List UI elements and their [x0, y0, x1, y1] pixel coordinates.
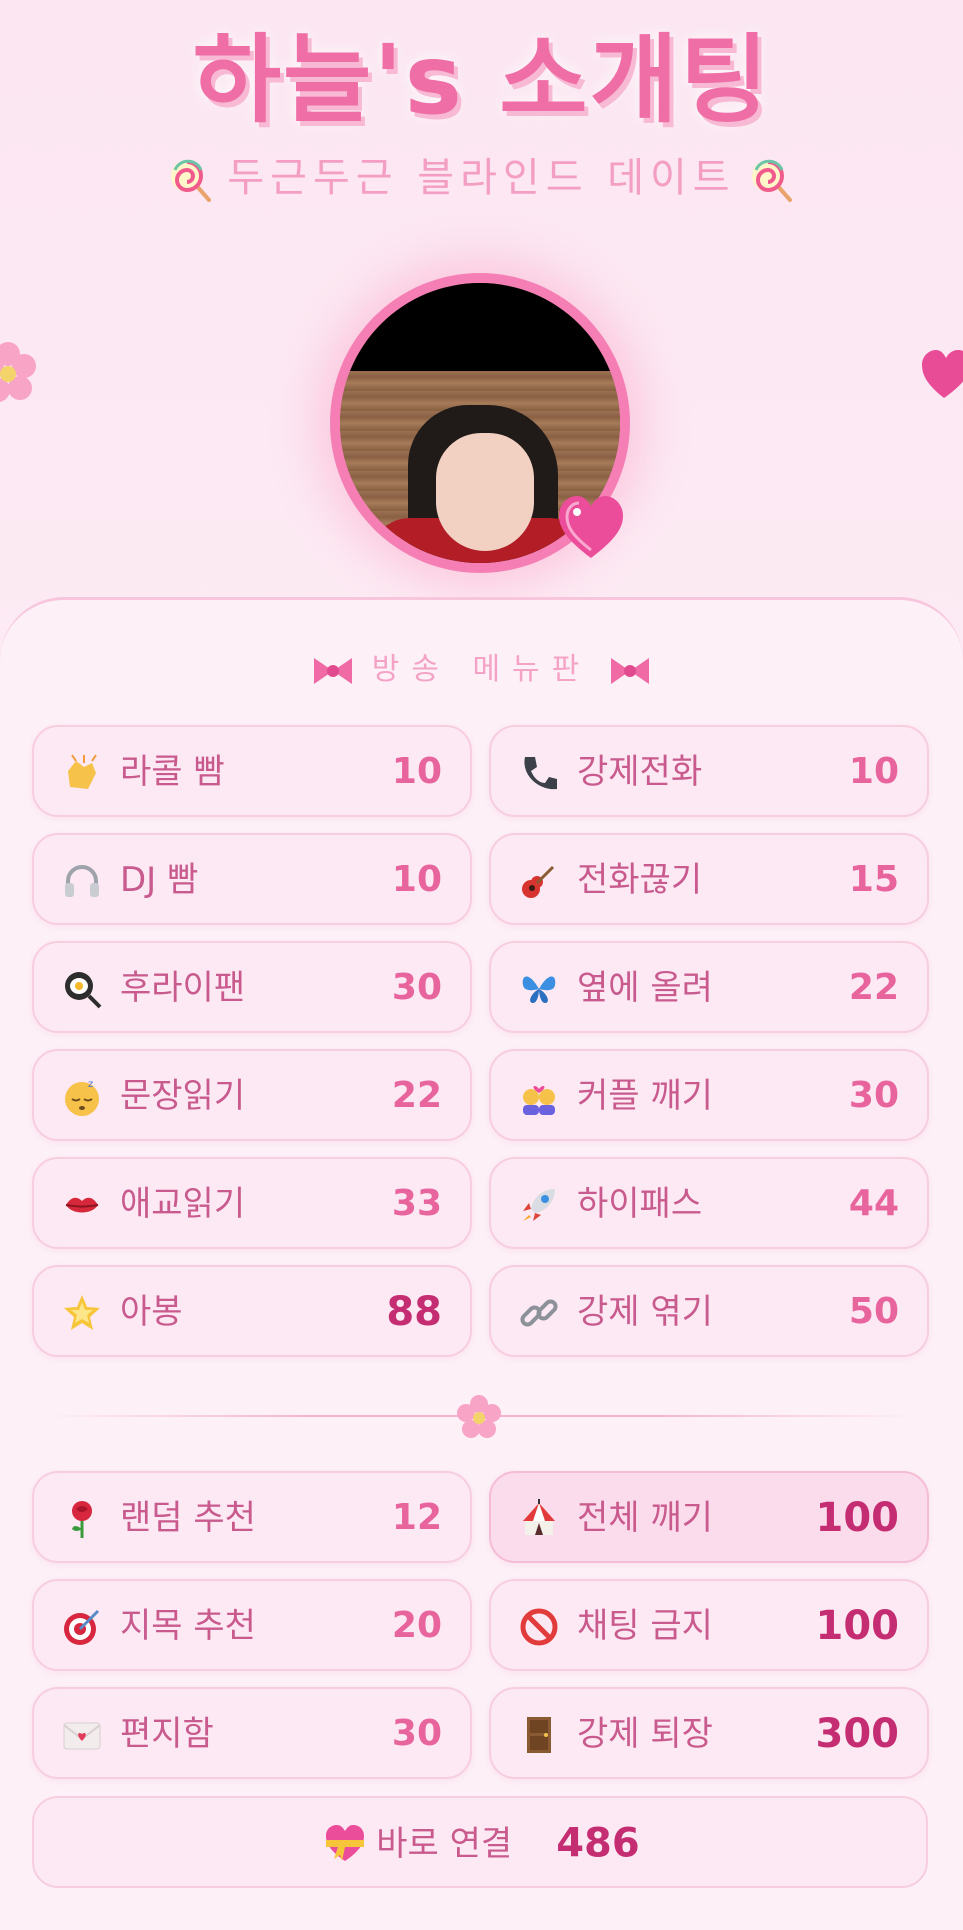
menu-item-value: 22: [391, 1075, 442, 1116]
menu-title-text: 방송 메뉴판: [371, 652, 592, 687]
menu-item-label: 편지함: [120, 1714, 214, 1754]
direct-connect-content: 바로 연결 486: [34, 1818, 930, 1869]
menu-item-label: 강제 엮기: [577, 1292, 713, 1332]
menu-item-value: 30: [848, 1075, 899, 1116]
menu-item-label: 라콜 빰: [120, 752, 225, 792]
menu-item-value: 100: [815, 1603, 900, 1649]
menu-item-value: 100: [815, 1495, 900, 1541]
menu-title: 방송 메뉴판: [0, 648, 963, 692]
menu-item-value: 10: [391, 751, 442, 792]
menu-item-force-kick[interactable]: 강제 퇴장 300: [489, 1687, 929, 1779]
cherry-blossom-icon: [0, 340, 40, 406]
menu-item-value: 15: [848, 859, 899, 900]
svg-text:z: z: [88, 1079, 93, 1090]
menu-item-force-call[interactable]: 강제전화 10: [489, 725, 929, 817]
headphones-icon: [62, 861, 102, 901]
subtitle-text: 두근두근 블라인드 데이트: [227, 155, 736, 201]
menu-item-value: 44: [848, 1183, 899, 1224]
lollipop-icon: [750, 158, 794, 202]
butterfly-icon: [519, 969, 559, 1009]
sleepy-face-icon: z: [62, 1077, 102, 1117]
menu-item-target-recommend[interactable]: 지목 추천 20: [32, 1579, 472, 1671]
menu-item-rakol[interactable]: 라콜 빰 10: [32, 725, 472, 817]
heart-icon: [922, 350, 963, 400]
menu-item-abong[interactable]: 아봉 88: [32, 1265, 472, 1357]
ribbon-bow-icon: [312, 654, 354, 688]
menu-item-break-all[interactable]: 전체 깨기 100: [489, 1471, 929, 1563]
menu-item-mailbox[interactable]: 편지함 30: [32, 1687, 472, 1779]
ribbon-bow-icon: [609, 654, 651, 688]
glowing-star-icon: [62, 1293, 102, 1333]
telephone-icon: [519, 753, 559, 793]
menu-item-value: 10: [848, 751, 899, 792]
menu-item-label: 지목 추천: [120, 1606, 256, 1646]
menu-item-value: 10: [391, 859, 442, 900]
menu-item-high-pass[interactable]: 하이패스 44: [489, 1157, 929, 1249]
door-icon: [519, 1715, 559, 1755]
menu-item-chat-ban[interactable]: 채팅 금지 100: [489, 1579, 929, 1671]
menu-item-label: 애교읽기: [120, 1184, 246, 1224]
page-title: 하늘's 소개팅: [192, 24, 771, 136]
guitar-icon: [519, 861, 559, 901]
direct-connect-button[interactable]: 바로 연결 486: [32, 1796, 928, 1888]
menu-item-put-beside[interactable]: 옆에 올려 22: [489, 941, 929, 1033]
direct-connect-value: 486: [556, 1820, 640, 1867]
lollipop-icon: [169, 158, 213, 202]
menu-item-value: 30: [391, 967, 442, 1008]
target-icon: [62, 1607, 102, 1647]
direct-connect-label: 바로 연결: [376, 1823, 513, 1864]
clapping-hands-icon: [62, 753, 102, 793]
menu-item-label: 채팅 금지: [577, 1606, 713, 1646]
menu-item-label: 강제 퇴장: [577, 1714, 713, 1754]
menu-item-label: 아봉: [120, 1292, 183, 1332]
circus-tent-icon: [519, 1499, 559, 1539]
menu-item-label: 옆에 올려: [577, 968, 713, 1008]
menu-item-label: DJ 빰: [120, 860, 199, 900]
menu-item-value: 33: [391, 1183, 442, 1224]
love-letter-icon: [62, 1715, 102, 1755]
heart-ribbon-icon: [324, 1823, 366, 1865]
menu-item-label: 후라이팬: [120, 968, 246, 1008]
menu-item-sentence-read[interactable]: z 문장읽기 22: [32, 1049, 472, 1141]
menu-item-dj[interactable]: DJ 빰 10: [32, 833, 472, 925]
couple-kiss-icon: [519, 1077, 559, 1117]
kiss-lips-icon: [62, 1185, 102, 1225]
menu-item-value: 300: [815, 1711, 900, 1757]
menu-item-label: 커플 깨기: [577, 1076, 713, 1116]
menu-item-label: 전체 깨기: [577, 1498, 713, 1538]
menu-item-value: 20: [391, 1605, 442, 1646]
cherry-blossom-icon: [456, 1394, 502, 1440]
menu-item-couple-break[interactable]: 커플 깨기 30: [489, 1049, 929, 1141]
rose-icon: [62, 1499, 102, 1539]
menu-item-label: 강제전화: [577, 752, 703, 792]
menu-item-label: 하이패스: [577, 1184, 703, 1224]
frying-pan-icon: [62, 969, 102, 1009]
menu-item-value: 88: [386, 1289, 442, 1335]
menu-item-aegyo-read[interactable]: 애교읽기 33: [32, 1157, 472, 1249]
menu-item-label: 문장읽기: [120, 1076, 246, 1116]
menu-item-force-link[interactable]: 강제 엮기 50: [489, 1265, 929, 1357]
menu-item-value: 22: [848, 967, 899, 1008]
profile-header: 하늘's 소개팅 두근두근 블라인드 데이트: [0, 0, 963, 610]
sparkling-heart-icon: [555, 492, 627, 564]
menu-item-label: 랜덤 추천: [120, 1498, 256, 1538]
menu-item-frying-pan[interactable]: 후라이팬 30: [32, 941, 472, 1033]
menu-item-value: 30: [391, 1713, 442, 1754]
prohibited-icon: [519, 1607, 559, 1647]
link-icon: [519, 1293, 559, 1333]
menu-item-random-recommend[interactable]: 랜덤 추천 12: [32, 1471, 472, 1563]
rocket-icon: [519, 1185, 559, 1225]
subtitle: 두근두근 블라인드 데이트: [0, 150, 963, 206]
menu-item-value: 50: [848, 1291, 899, 1332]
menu-item-value: 12: [391, 1497, 442, 1538]
menu-item-label: 전화끊기: [577, 860, 703, 900]
menu-item-hang-up[interactable]: 전화끊기 15: [489, 833, 929, 925]
